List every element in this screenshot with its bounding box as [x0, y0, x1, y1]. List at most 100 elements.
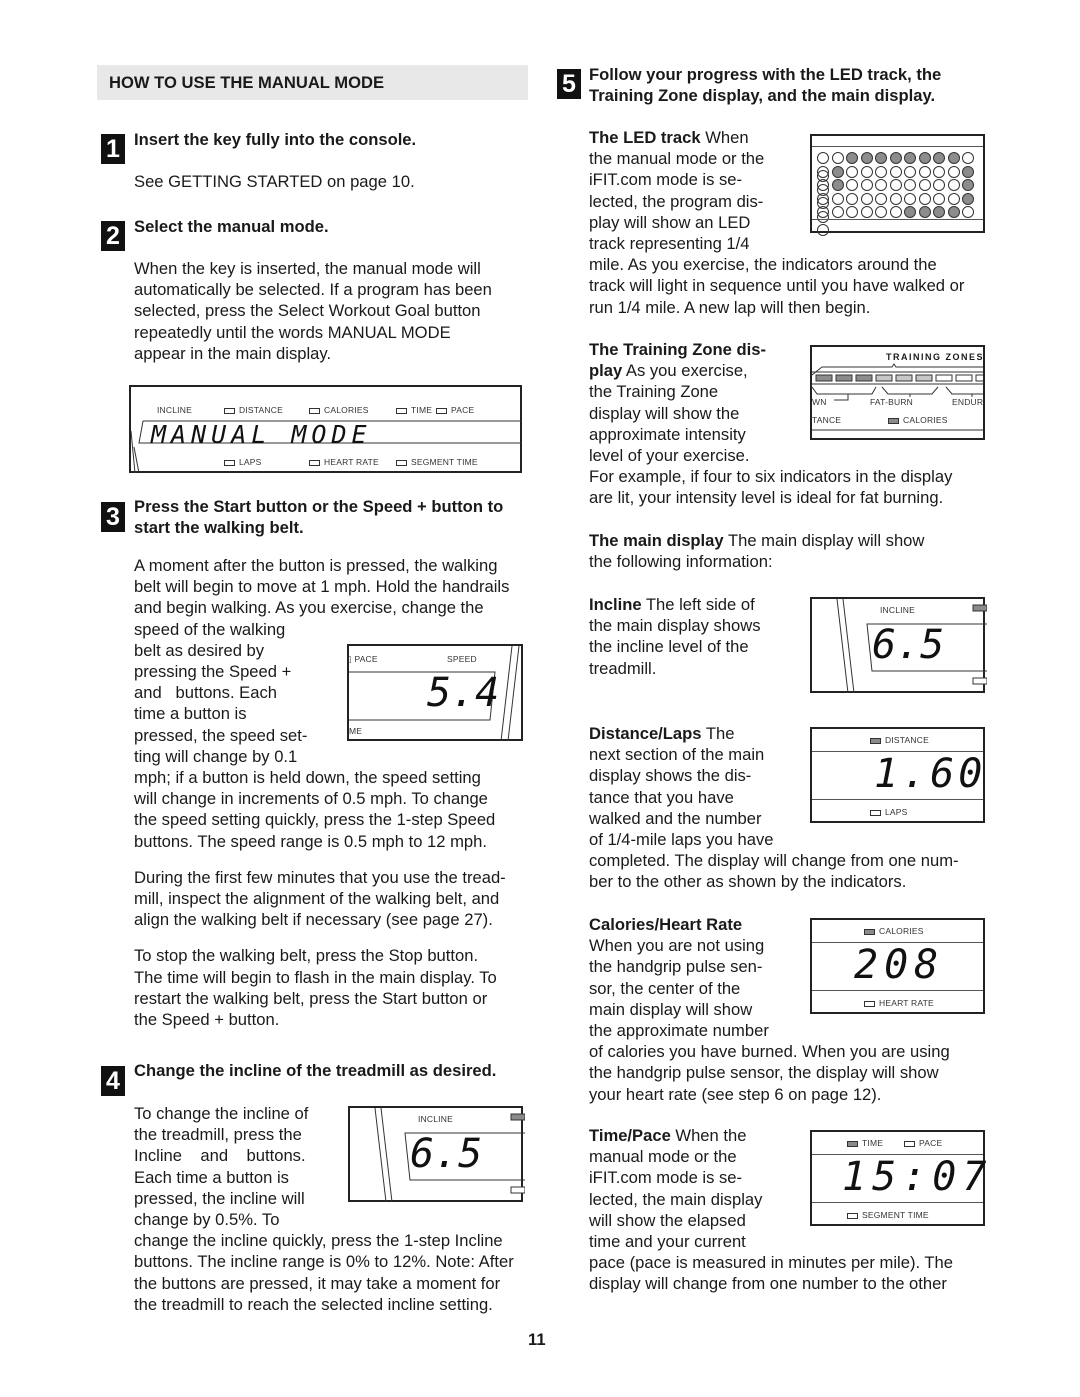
text-line: ting will change by 0.1: [134, 746, 298, 766]
heading-line: Follow your progress with the LED track,…: [589, 65, 942, 84]
text-line: display will change from one number to t…: [589, 1274, 947, 1294]
label-text: CALORIES: [879, 926, 924, 936]
led-indicator: [817, 224, 829, 236]
led-indicator: [860, 179, 873, 191]
label-segment-time: SEGMENT TIME: [396, 457, 478, 467]
zone-segment: [955, 374, 973, 382]
led-indicator: [817, 192, 829, 205]
led-indicator: [875, 152, 887, 164]
led-indicator: [817, 152, 829, 164]
distance-value: 1.60: [874, 751, 987, 797]
text-span: The left side of: [641, 595, 755, 614]
text-line: level of your exercise.: [589, 446, 750, 466]
zone-label-endurance: ENDURAI: [952, 397, 984, 407]
step-3-text: A moment after the button is pressed, th…: [134, 555, 509, 1030]
indicator: [870, 737, 881, 744]
text-line: appear in the main display.: [134, 343, 332, 363]
heading-line: Training Zone display, and the main disp…: [589, 86, 936, 105]
text-line: The time will begin to flash in the main…: [134, 967, 497, 987]
text-line: pace (pace is measured in minutes per mi…: [589, 1253, 954, 1273]
distance-title: Distance/Laps: [589, 724, 702, 743]
led-indicator: [918, 192, 931, 205]
led-indicator: [962, 179, 974, 191]
indicator: [847, 1212, 858, 1219]
text-line: belt will begin to move at 1 mph. Hold t…: [134, 577, 510, 597]
text-line: the approximate number: [589, 1021, 769, 1041]
zone-segment: [855, 374, 873, 382]
text-line: buttons. The speed range is 0.5 mph to 1…: [134, 831, 487, 851]
distance-display: DISTANCE 1.60 LAPS: [810, 727, 985, 823]
led-indicator: [933, 152, 945, 164]
label-segment-time: SEGMENT TIME: [847, 1210, 929, 1220]
text-line: your heart rate (see step 6 on page 12).: [589, 1084, 882, 1104]
led-indicator: [904, 152, 916, 164]
led-indicator: [904, 179, 916, 191]
led-indicator: [860, 165, 873, 178]
speed-value: 5.4: [427, 670, 500, 716]
label-text: SEGMENT TIME: [862, 1210, 929, 1220]
calories-value: 208: [854, 942, 945, 988]
text-line: time and your current: [589, 1232, 746, 1252]
led-indicator: [918, 152, 931, 164]
incline-value: 6.5: [872, 622, 945, 668]
text-line: and begin walking. As you exercise, chan…: [134, 598, 484, 618]
led-indicator: [846, 192, 858, 205]
divider: [812, 990, 983, 991]
led-indicator: [875, 206, 887, 218]
indicator: [904, 1140, 915, 1147]
text-line: the main display shows: [589, 616, 761, 636]
label-text: LAPS: [239, 457, 262, 467]
led-indicator: [947, 152, 960, 164]
led-indicator: [846, 206, 858, 218]
led-indicator: [846, 165, 858, 178]
led-indicator: [860, 152, 873, 164]
section-title-bar: HOW TO USE THE MANUAL MODE: [97, 65, 528, 100]
indicator: [224, 459, 235, 466]
divider: [812, 219, 983, 220]
step-number-5: 5: [557, 69, 581, 99]
time-pace-display: TIME PACE 15:07 SEGMENT TIME: [810, 1130, 986, 1226]
incline-text: Incline The left side of the main displa…: [589, 594, 761, 679]
text-line: automatically be selected. If a program …: [134, 280, 492, 300]
label-heart-rate: HEART RATE: [309, 457, 379, 467]
led-indicator: [889, 179, 902, 191]
incline-title: Incline: [589, 595, 642, 614]
text-line: the incline level of the: [589, 637, 749, 657]
text-line: For example, if four to six indicators i…: [589, 467, 953, 487]
led-indicator: [947, 192, 960, 205]
calories-display: CALORIES 208 HEART RATE: [810, 918, 985, 1014]
text-line: of 1/4-mile laps you have: [589, 830, 774, 850]
text-line: run 1/4 mile. A new lap will then begin.: [589, 297, 871, 317]
led-indicator: [933, 192, 945, 205]
incline-value: 6.5: [410, 1131, 483, 1177]
indicator: [396, 459, 407, 466]
text-line: Incline The left side of: [589, 594, 761, 615]
led-indicator: [860, 206, 873, 218]
led-indicator: [962, 206, 974, 218]
label-pace: PACE: [904, 1138, 942, 1148]
zone-label-partial-left: WN: [812, 397, 827, 407]
led-indicator: [947, 179, 960, 191]
text-line: selected, press the Select Workout Goal …: [134, 301, 481, 321]
text-line: change the incline quickly, press the 1-…: [134, 1231, 503, 1251]
text-line: are lit, your intensity level is ideal f…: [589, 488, 944, 508]
text-span: As you exercise,: [622, 361, 748, 381]
text-line: repeatedly until the words MANUAL MODE: [134, 322, 451, 342]
label-calories: CALORIES: [888, 415, 948, 425]
zone-segment: [975, 374, 983, 382]
time-pace-title: Time/Pace: [589, 1126, 671, 1145]
indicator: [309, 459, 320, 466]
zone-segment: [835, 374, 853, 382]
time-value: 15:07: [842, 1154, 993, 1200]
label-text: HEART RATE: [324, 457, 379, 467]
led-row: [817, 178, 983, 209]
led-indicator: [889, 206, 902, 218]
manual-mode-display: INCLINE DISTANCE CALORIES TIME PACE MANU…: [129, 385, 522, 474]
led-indicator: [962, 165, 974, 178]
label-heart-rate: HEART RATE: [864, 998, 934, 1008]
step-1-text: See GETTING STARTED on page 10.: [134, 172, 415, 191]
led-indicator: [933, 165, 945, 178]
incline-display: INCLINE 6.5: [810, 597, 987, 694]
incline-display-step4: INCLINE 6.5: [348, 1106, 525, 1203]
divider: [812, 1202, 983, 1203]
